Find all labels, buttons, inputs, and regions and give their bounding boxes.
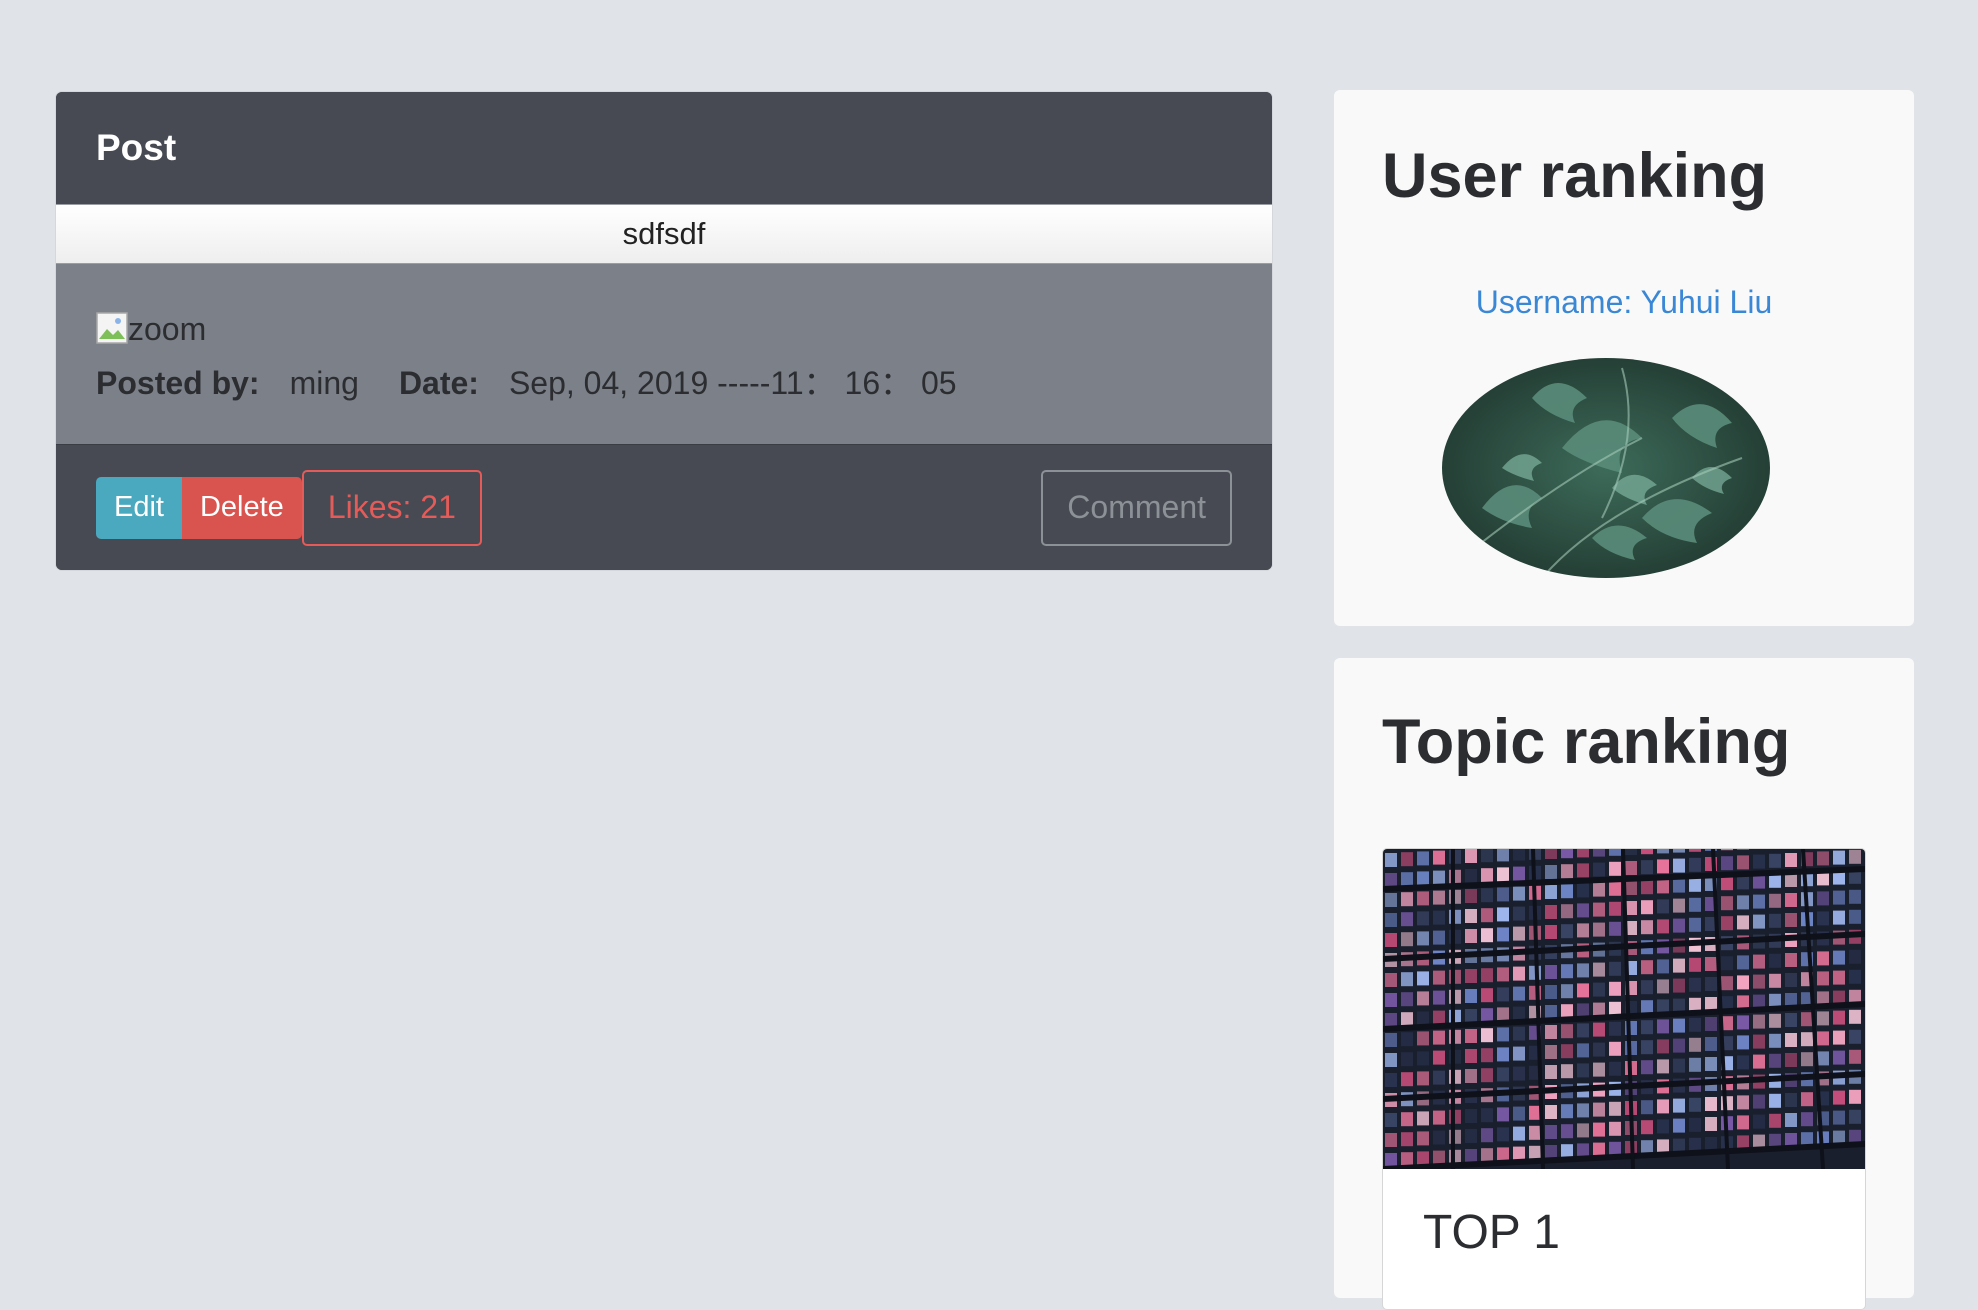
date-label: Date: [399, 365, 479, 402]
post-card: Post sdfsdf zoom Posted by: ming Date: S… [56, 92, 1272, 570]
avatar-plant-image [1442, 358, 1770, 578]
topic-ranking-card: Topic ranking TOP 1 [1334, 658, 1914, 1298]
user-ranking-card: User ranking Username: Yuhui Liu [1334, 90, 1914, 626]
user-ranking-title: User ranking [1382, 140, 1767, 212]
broken-image-icon [96, 312, 128, 344]
topic-item[interactable]: TOP 1 [1382, 848, 1866, 1310]
likes-button[interactable]: Likes: 21 [302, 470, 482, 546]
username-link[interactable]: Username: Yuhui Liu [1334, 284, 1914, 321]
post-image-alt-text: zoom [128, 311, 206, 348]
topic-rank-label: TOP 1 [1423, 1205, 1560, 1260]
post-body: zoom Posted by: ming Date: Sep, 04, 2019… [56, 264, 1272, 444]
topic-ranking-title: Topic ranking [1382, 706, 1790, 778]
date-value: Sep, 04, 2019 -----11： 16： 05 [509, 358, 957, 404]
post-footer: Edit Delete Likes: 21 Comment [56, 444, 1272, 570]
post-header-title: Post [96, 127, 176, 169]
delete-button[interactable]: Delete [182, 477, 302, 539]
post-header: Post [56, 92, 1272, 204]
topic-building-image [1383, 849, 1865, 1169]
posted-by-label: Posted by: [96, 365, 260, 402]
comment-button[interactable]: Comment [1041, 470, 1232, 546]
post-subject: sdfsdf [56, 204, 1272, 264]
posted-by-value: ming [290, 365, 359, 402]
post-meta: Posted by: ming Date: Sep, 04, 2019 ----… [96, 358, 1232, 404]
user-avatar[interactable] [1442, 358, 1770, 578]
post-image: zoom [96, 304, 1232, 348]
edit-button[interactable]: Edit [96, 477, 182, 539]
